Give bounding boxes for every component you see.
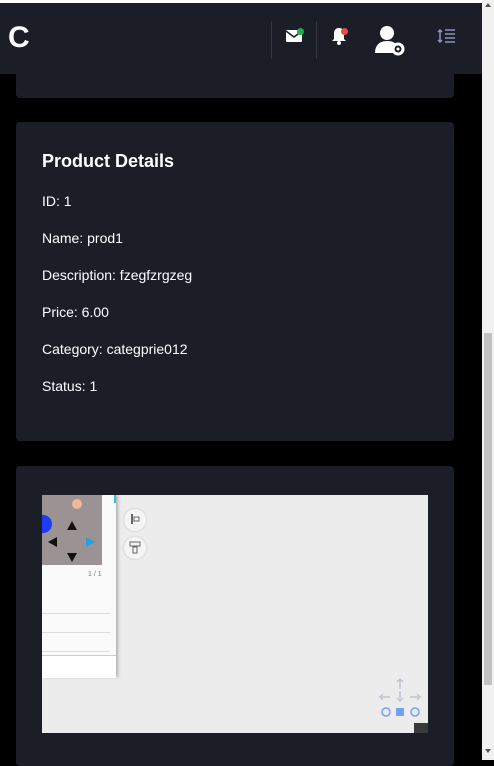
tool-icon (131, 514, 140, 524)
product-status: Status: 1 (42, 378, 98, 394)
tool-button-2[interactable] (124, 537, 146, 559)
user-settings-icon (375, 26, 405, 56)
menu-toggle-icon (437, 28, 455, 44)
product-id: ID: 1 (42, 193, 72, 209)
panel-page-indicator: 1 / 1 (88, 571, 102, 578)
map-attribution-badge[interactable] (414, 723, 428, 733)
tool-button-1[interactable] (124, 509, 146, 531)
scroll-down-icon[interactable] (485, 749, 491, 753)
pan-zoom-icon[interactable] (378, 677, 422, 721)
panel-edge-marker (114, 495, 116, 503)
mail-notification-dot (297, 28, 304, 35)
panel-list-row[interactable] (42, 613, 110, 633)
arrow-down-icon[interactable] (67, 553, 77, 562)
page-scrollbar[interactable] (482, 0, 494, 760)
panel-footer (42, 655, 116, 678)
map-viewer[interactable]: 1 / 1 (42, 495, 428, 733)
arrow-right-icon[interactable] (86, 537, 95, 547)
arrow-up-icon[interactable] (67, 521, 77, 530)
app-logo[interactable]: C (8, 21, 30, 55)
product-description: Description: fzegfzrgzeg (42, 267, 193, 283)
scrollbar-thumb[interactable] (484, 333, 492, 685)
notifications-button[interactable] (328, 25, 356, 53)
previous-card-bottom (16, 74, 454, 98)
top-navbar: C (0, 0, 482, 74)
bell-notification-dot (341, 28, 348, 35)
scroll-up-icon[interactable] (485, 3, 491, 7)
user-avatar-icon (72, 499, 82, 509)
arrow-left-icon[interactable] (48, 537, 57, 547)
map-side-panel: 1 / 1 (42, 495, 116, 678)
product-details-title: Product Details (42, 151, 175, 171)
map-card: 1 / 1 (16, 466, 454, 766)
map-navigation-controls[interactable] (378, 677, 422, 721)
menu-toggle-button[interactable] (436, 25, 464, 53)
navbar-divider (271, 21, 272, 59)
panel-list-row[interactable] (42, 633, 110, 652)
tool-icon (129, 541, 141, 554)
navbar-divider (316, 21, 317, 59)
mail-button[interactable] (283, 25, 311, 53)
product-details-card: Product Details ID: 1 Name: prod1 Descri… (16, 122, 454, 441)
user-settings-button[interactable] (372, 23, 408, 59)
product-price: Price: 6.00 (42, 304, 109, 320)
product-category: Category: categprie012 (42, 341, 188, 357)
product-name: Name: prod1 (42, 230, 123, 246)
